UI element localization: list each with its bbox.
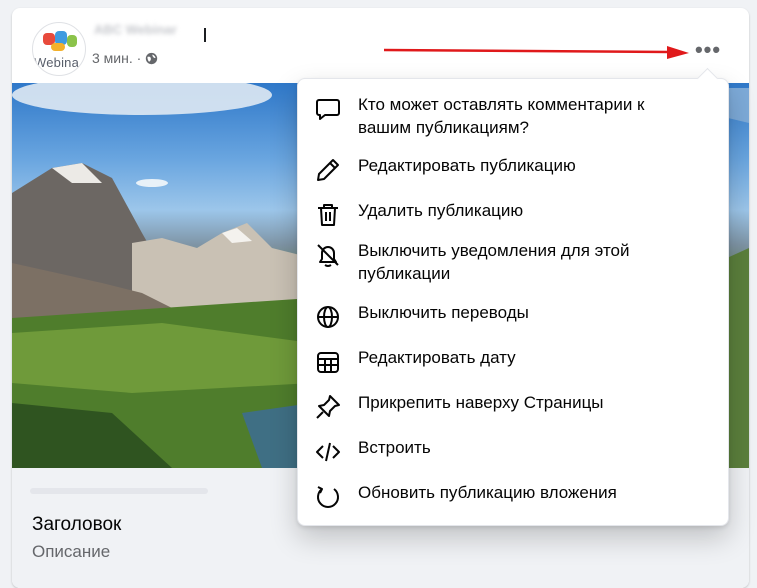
menu-item-turn-off-notifications[interactable]: Выключить уведомления для этой публикаци… <box>306 239 720 285</box>
pencil-icon <box>317 159 339 181</box>
post-options-menu: Кто может оставлять комментарии к вашим … <box>297 78 729 526</box>
annotation-arrow <box>384 46 689 59</box>
menu-item-embed[interactable]: Встроить <box>306 436 720 466</box>
code-icon <box>316 442 340 462</box>
page-avatar[interactable]: Webina <box>32 22 86 76</box>
menu-item-edit-post[interactable]: Редактировать публикацию <box>306 154 720 184</box>
pin-icon <box>316 395 340 419</box>
globe-translate-icon <box>317 306 339 328</box>
menu-item-label: Встроить <box>358 438 431 457</box>
post-timestamp[interactable]: 3 мин. · <box>92 50 141 66</box>
menu-item-turn-off-translations[interactable]: Выключить переводы <box>306 301 720 331</box>
trash-icon <box>318 204 338 226</box>
menu-item-label: Редактировать дату <box>358 348 516 367</box>
menu-item-delete-post[interactable]: Удалить публикацию <box>306 199 720 229</box>
page-name[interactable]: ABC Webinar <box>94 22 204 34</box>
bell-off-icon <box>317 244 339 267</box>
calendar-icon <box>317 352 339 373</box>
post-meta: 3 мин. · <box>92 50 158 66</box>
menu-item-edit-date[interactable]: Редактировать дату <box>306 346 720 376</box>
menu-item-refresh-attachment[interactable]: Обновить публикацию вложения <box>306 481 720 511</box>
refresh-icon <box>317 486 339 508</box>
link-domain-redacted <box>30 488 208 494</box>
more-horizontal-icon: ••• <box>694 37 722 62</box>
menu-item-comment-settings[interactable]: Кто может оставлять комментарии к вашим … <box>306 93 720 139</box>
menu-item-pin-to-top[interactable]: Прикрепить наверху Страницы <box>306 391 720 421</box>
menu-item-label: Редактировать публикацию <box>358 156 576 175</box>
menu-item-label: Обновить публикацию вложения <box>358 483 617 502</box>
link-description: Описание <box>32 542 111 561</box>
menu-item-label: Кто может оставлять комментарии к вашим … <box>358 95 645 137</box>
menu-item-label: Удалить публикацию <box>358 201 524 220</box>
globe-icon[interactable] <box>145 52 158 65</box>
avatar-logo-text: Webina <box>34 55 80 70</box>
text-cursor <box>204 28 206 42</box>
comment-icon <box>316 99 340 120</box>
menu-item-label: Выключить переводы <box>358 303 529 322</box>
menu-item-label: Прикрепить наверху Страницы <box>358 393 604 412</box>
more-options-button[interactable]: ••• <box>690 32 726 68</box>
menu-item-label: Выключить уведомления для этой публикаци… <box>358 241 630 283</box>
link-title: Заголовок <box>32 514 122 535</box>
